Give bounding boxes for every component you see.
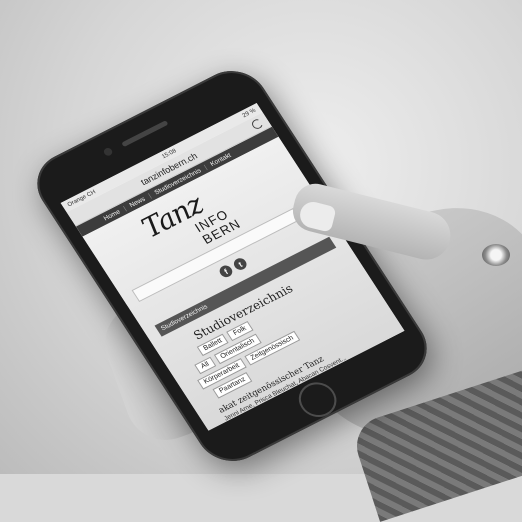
nav-separator: | [122,205,128,212]
reload-icon[interactable] [250,117,265,131]
earpiece-speaker [121,120,169,148]
ring [482,244,510,266]
front-camera-icon [102,146,114,158]
twitter-icon[interactable]: t [231,256,249,272]
nav-separator: | [202,163,209,171]
nav-separator: | [147,192,153,200]
facebook-icon[interactable]: f [217,263,235,280]
